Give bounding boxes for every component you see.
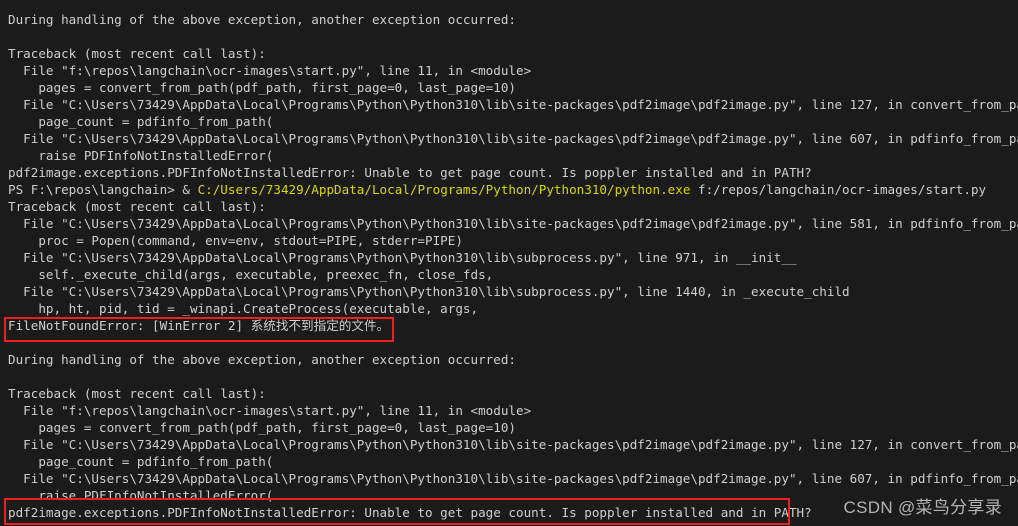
- terminal-line: File "C:\Users\73429\AppData\Local\Progr…: [8, 284, 850, 299]
- terminal-prompt-line: PS F:\repos\langchain> & C:/Users/73429/…: [8, 181, 1018, 198]
- terminal-line: pages = convert_from_path(pdf_path, firs…: [8, 80, 516, 95]
- terminal-line: File "C:\Users\73429\AppData\Local\Progr…: [8, 131, 1018, 146]
- terminal-line: self._execute_child(args, executable, pr…: [8, 267, 494, 282]
- terminal-line: raise PDFInfoNotInstalledError(: [8, 148, 274, 163]
- terminal-line-filenotfounderror: FileNotFoundError: [WinError 2] 系统找不到指定的…: [8, 318, 390, 333]
- terminal-line: File "f:\repos\langchain\ocr-images\star…: [8, 63, 532, 78]
- terminal-line: During handling of the above exception, …: [8, 352, 516, 367]
- script-argument: f:/repos/langchain/ocr-images/start.py: [690, 182, 987, 197]
- terminal-line: Traceback (most recent call last):: [8, 386, 266, 401]
- terminal-line: File "C:\Users\73429\AppData\Local\Progr…: [8, 216, 1018, 231]
- terminal-line: File "C:\Users\73429\AppData\Local\Progr…: [8, 97, 1018, 112]
- terminal-panel[interactable]: During handling of the above exception, …: [0, 0, 1018, 526]
- terminal-line: File "C:\Users\73429\AppData\Local\Progr…: [8, 437, 1018, 452]
- csdn-watermark: CSDN @菜鸟分享录: [843, 498, 1002, 517]
- terminal-line: File "f:\repos\langchain\ocr-images\star…: [8, 403, 532, 418]
- terminal-output: During handling of the above exception, …: [8, 11, 1018, 521]
- terminal-line: page_count = pdfinfo_from_path(: [8, 114, 274, 129]
- python-executable-path: C:/Users/73429/AppData/Local/Programs/Py…: [197, 182, 691, 197]
- terminal-line: File "C:\Users\73429\AppData\Local\Progr…: [8, 471, 1018, 486]
- terminal-line: Traceback (most recent call last):: [8, 46, 266, 61]
- powershell-prompt: PS F:\repos\langchain> &: [8, 182, 198, 197]
- terminal-line: During handling of the above exception, …: [8, 12, 516, 27]
- terminal-line: File "C:\Users\73429\AppData\Local\Progr…: [8, 250, 797, 265]
- terminal-line: proc = Popen(command, env=env, stdout=PI…: [8, 233, 463, 248]
- terminal-line: page_count = pdfinfo_from_path(: [8, 454, 274, 469]
- terminal-line-error: pdf2image.exceptions.PDFInfoNotInstalled…: [8, 165, 812, 180]
- terminal-line: Traceback (most recent call last):: [8, 199, 266, 214]
- terminal-line: hp, ht, pid, tid = _winapi.CreateProcess…: [8, 301, 479, 316]
- terminal-line: pages = convert_from_path(pdf_path, firs…: [8, 420, 516, 435]
